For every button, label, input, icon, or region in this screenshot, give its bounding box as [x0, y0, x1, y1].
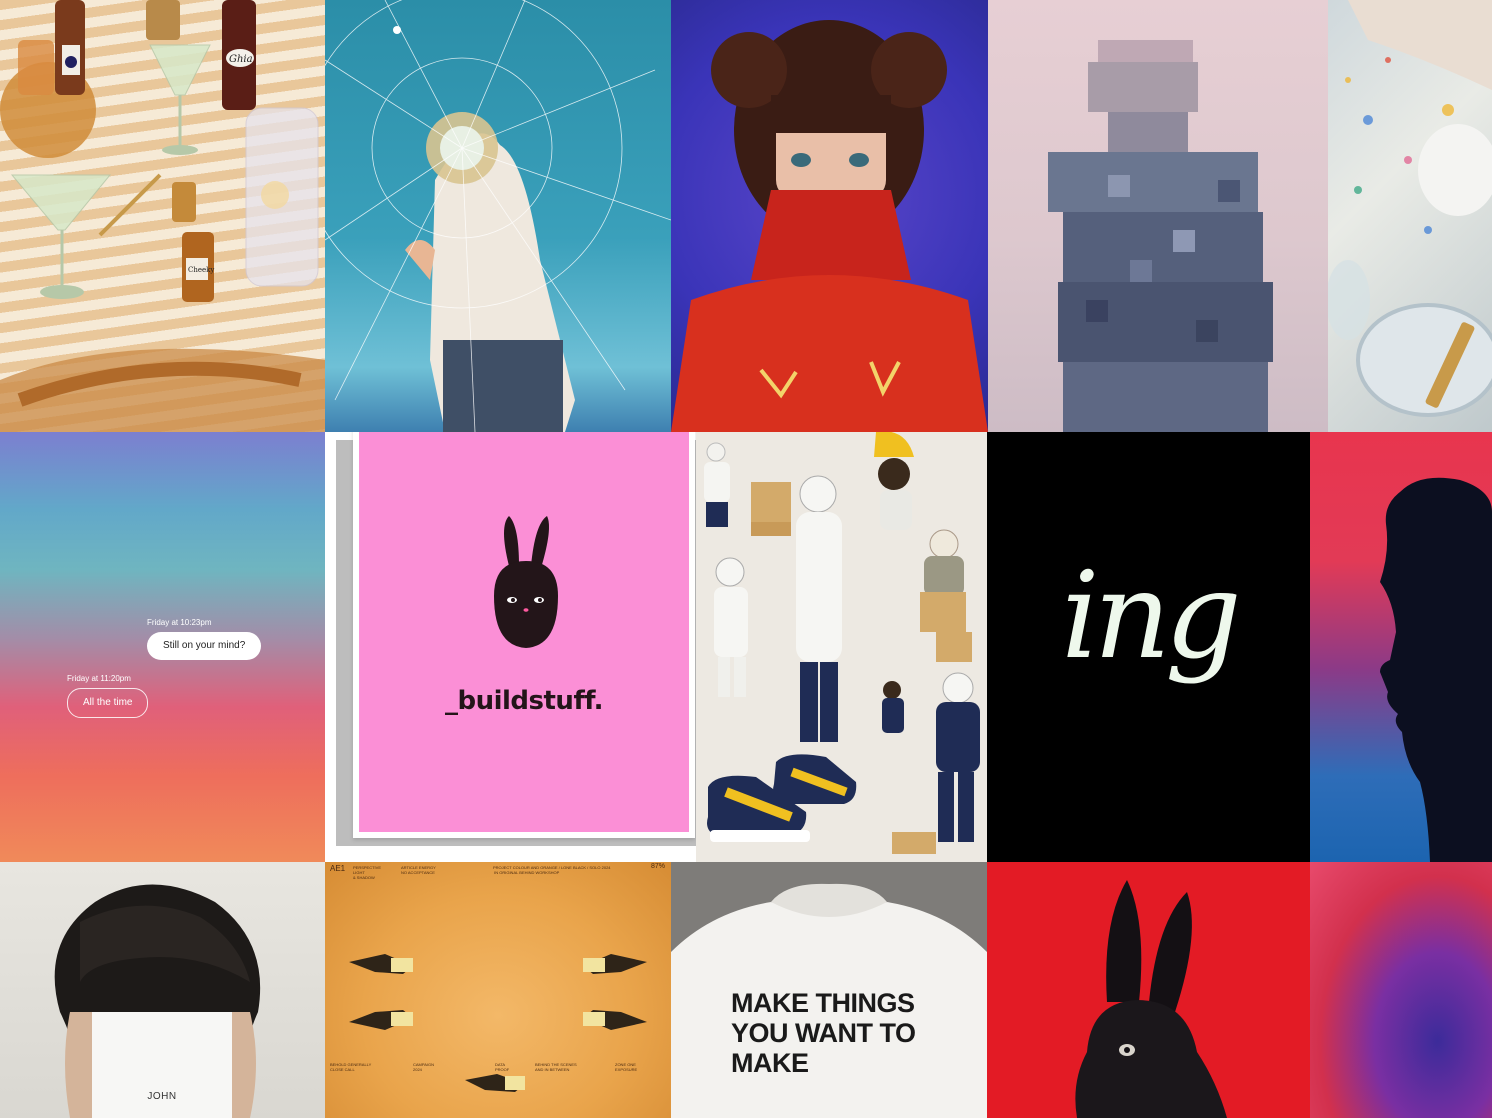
buildstuff-pink-panel: _buildstuff.	[359, 432, 689, 832]
beekeepers-illustration	[704, 432, 980, 854]
poster-caption-5: CAMPAIGN 2024	[413, 1062, 435, 1072]
sweatshirt-slogan: MAKE THINGS YOU WANT TO MAKE	[731, 988, 961, 1078]
poster-caption-6: DATA PROOF	[495, 1062, 510, 1072]
poster-caption-4: BEHOLD GENERALLY CLOSE CALL	[330, 1062, 372, 1072]
chat-timestamp-2: Friday at 11:20pm	[67, 674, 131, 683]
broken-glass-illustration	[325, 0, 671, 432]
rabbit-logo-icon	[494, 516, 558, 648]
paint-splatter-photo	[1328, 0, 1492, 432]
bottle-label-cheeky: Cheeky	[188, 266, 214, 274]
ing-wordmark: ing	[1061, 547, 1241, 686]
buildstuff-wordmark: _buildstuff.	[444, 686, 604, 716]
blur-gradient-tile	[1310, 862, 1492, 1118]
moodboard-collage: Ghia Cheeky Friday at 10:23pm Still on y…	[0, 0, 1492, 1118]
chat-gradient-tile: Friday at 10:23pm Still on your mind? Fr…	[0, 432, 325, 862]
pixelated-figure-illustration	[1048, 40, 1273, 432]
john-portrait-photo: JOHN	[0, 862, 325, 1118]
pixelated-figure-photo	[988, 0, 1328, 432]
red-turtleneck-illustration	[671, 20, 988, 432]
broken-glass-photo	[325, 0, 671, 432]
poster-caption-7: BEHIND THE SCENES AND IN BETWEEN	[535, 1062, 577, 1072]
red-turtleneck-portrait	[671, 0, 988, 432]
poster-caption-8: ZONE ONE EXPOSURE	[615, 1062, 638, 1072]
ing-wordmark-tile: ing	[987, 432, 1310, 862]
paint-splatter-illustration	[1328, 0, 1492, 417]
sweatshirt-slogan-line-2: YOU WANT TO	[731, 1018, 916, 1048]
black-rabbit-illustration	[1075, 880, 1227, 1118]
bottle-label-ghia: Ghia	[229, 54, 253, 65]
chat-bubble-outgoing: All the time	[67, 688, 149, 718]
sweatshirt-slogan-line-3: MAKE	[731, 1048, 809, 1078]
silhouette-profile-photo	[1310, 432, 1492, 862]
sweatshirt-slogan-line-1: MAKE THINGS	[731, 988, 915, 1018]
silhouette-profile-illustration	[1380, 477, 1492, 862]
mirrored-figures-illustration	[349, 954, 647, 1092]
buildstuff-card: _buildstuff.	[353, 432, 695, 838]
cocktail-table-illustration: Ghia Cheeky	[0, 0, 325, 432]
chat-timestamp-1: Friday at 10:23pm	[147, 618, 212, 627]
yellow-poster-tile: AE1 PERSPECTIVE LIGHT & SHADOW ARTICLE E…	[325, 862, 671, 1118]
slogan-sweatshirt-photo: MAKE THINGS YOU WANT TO MAKE	[671, 862, 987, 1118]
buildstuff-card-tile: _buildstuff.	[325, 432, 696, 862]
black-rabbit-painting	[987, 862, 1310, 1118]
name-card: JOHN	[92, 1012, 232, 1118]
chat-bubble-incoming: Still on your mind?	[147, 632, 262, 660]
name-card-label: JOHN	[147, 1091, 177, 1102]
beekeepers-photo	[696, 432, 987, 862]
cocktail-table-photo: Ghia Cheeky	[0, 0, 325, 432]
